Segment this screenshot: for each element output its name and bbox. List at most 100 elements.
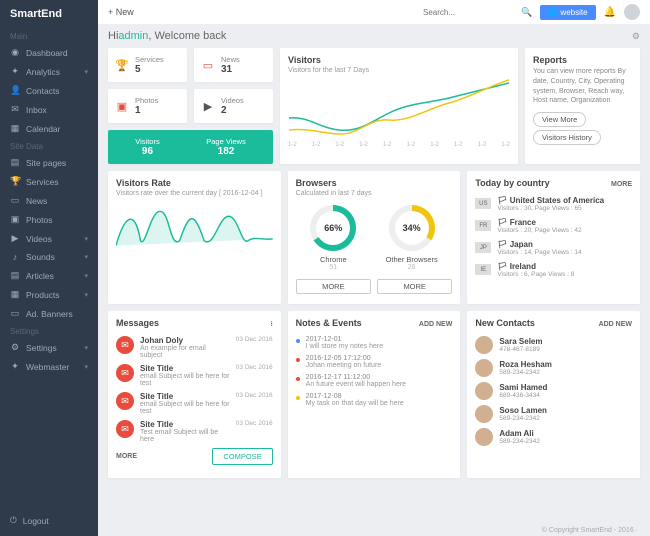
more-button[interactable]: MORE (377, 279, 452, 294)
nav-services[interactable]: 🏆Services (0, 172, 98, 191)
nav-photos[interactable]: ▣Photos (0, 210, 98, 229)
rate-chart (116, 201, 273, 251)
trophy-icon: 🏆 (115, 58, 129, 72)
nav-inbox[interactable]: ✉Inbox (0, 100, 98, 119)
nav-calendar[interactable]: ▦Calendar (0, 119, 98, 138)
message-date: 03 Dec 2016 (236, 420, 273, 427)
note-row[interactable]: 2016-12-17 11:12:00An future event will … (296, 374, 453, 388)
card-subtitle: Visitors rate over the current day [ 201… (116, 190, 273, 197)
settings-gear-icon[interactable]: ⚙ (632, 31, 640, 42)
stat-services: 🏆Services5 (108, 48, 187, 82)
add-new-link[interactable]: ADD NEW (599, 321, 632, 328)
country-name: 🏳 Japan (497, 240, 581, 249)
message-body: An example for email subject (140, 345, 230, 359)
stat-label: News (221, 55, 240, 64)
country-row[interactable]: JP🏳 JapanVisitors : 14, Page Views : 14 (475, 240, 632, 256)
browser-name: Other Browsers (386, 255, 438, 264)
contact-row[interactable]: Adam Ali589-234-2342 (475, 428, 632, 446)
stat-label: Services (135, 55, 164, 64)
browser-count: 26 (386, 264, 438, 271)
card-title: New Contacts (475, 318, 535, 328)
nav-section-settings: Settings (0, 323, 98, 338)
nav-label: Services (26, 177, 59, 187)
mail-icon: ✉ (116, 336, 134, 354)
nav-label: Articles (26, 271, 54, 281)
footer-copyright: © Copyright SmartEnd - 2016 · (542, 527, 638, 534)
nav-label: Settings (26, 343, 57, 353)
contact-row[interactable]: Soso Lamen589-234-2342 (475, 405, 632, 423)
view-more-button[interactable]: View More (533, 112, 586, 127)
nav-settings[interactable]: ⚙Settings▾ (0, 338, 98, 357)
message-row[interactable]: ✉Site TitleTest email Subject will be he… (116, 420, 273, 443)
note-text: An future event will happen here (306, 381, 406, 388)
contact-name: Soso Lamen (499, 406, 547, 415)
dot-icon (296, 358, 300, 362)
nav-adbanners[interactable]: ▭Ad. Banners (0, 304, 98, 323)
stat-videos: ▶Videos2 (194, 89, 273, 123)
note-row[interactable]: 2017-12-08My task on that day will be he… (296, 393, 453, 407)
stat-photos: ▣Photos1 (108, 89, 187, 123)
flag-icon: JP (475, 242, 491, 253)
country-row[interactable]: US🏳 United States of AmericaVisitors : 3… (475, 196, 632, 212)
videos-icon: ▶ (10, 233, 20, 244)
note-row[interactable]: 2017-12-01I will store my notes here (296, 336, 453, 350)
more-button[interactable]: MORE (296, 279, 371, 294)
contact-row[interactable]: Sara Selem478-467-8189 (475, 336, 632, 354)
new-label: New (116, 7, 134, 17)
card-subtitle: Calculated in last 7 days (296, 190, 453, 197)
nav-articles[interactable]: ▤Articles▾ (0, 266, 98, 285)
visitors-history-button[interactable]: Visitors History (533, 130, 601, 145)
search-input[interactable] (423, 8, 513, 17)
today-country-card: Today by countryMORE US🏳 United States o… (467, 171, 640, 304)
notifications-icon[interactable]: 🔔 (604, 7, 616, 18)
options-icon[interactable]: ⁝ (270, 320, 272, 328)
contact-row[interactable]: Roza Hesham589-234-2342 (475, 359, 632, 377)
message-row[interactable]: ✉Site Titleemail Subject will be here fo… (116, 392, 273, 415)
nav-videos[interactable]: ▶Videos▾ (0, 229, 98, 248)
nav-label: Products (26, 290, 60, 300)
nav-analytics[interactable]: ✦Analytics▾ (0, 62, 98, 81)
website-button[interactable]: 🌐 website (540, 5, 595, 20)
mail-icon: ✉ (116, 392, 134, 410)
nav-label: News (26, 196, 47, 206)
nav-label: Site pages (26, 158, 66, 168)
nav-products[interactable]: ▦Products▾ (0, 285, 98, 304)
compose-button[interactable]: COMPOSE (212, 448, 272, 465)
card-title: Notes & Events (296, 318, 362, 328)
nav-contacts[interactable]: 👤Contacts (0, 81, 98, 100)
stat-value: 182 (206, 146, 245, 157)
reports-card: Reports You can view more reports By dat… (525, 48, 640, 164)
more-link[interactable]: MORE (611, 181, 632, 188)
nav-dashboard[interactable]: ◉Dashboard (0, 43, 98, 62)
mail-icon: ✉ (116, 364, 134, 382)
user-avatar[interactable] (624, 4, 640, 20)
visitors-rate-card: Visitors Rate Visitors rate over the cur… (108, 171, 281, 304)
nav-label: Contacts (26, 86, 60, 96)
nav-label: Inbox (26, 105, 47, 115)
video-stat-icon: ▶ (201, 99, 215, 113)
contact-row[interactable]: Sami Hamed689-436-3434 (475, 382, 632, 400)
nav-webmaster[interactable]: ✦Webmaster▾ (0, 357, 98, 376)
nav-label: Dashboard (26, 48, 68, 58)
contact-name: Roza Hesham (499, 360, 551, 369)
nav-sitepages[interactable]: ▤Site pages (0, 153, 98, 172)
country-row[interactable]: FR🏳 FranceVisitors : 20, Page Views : 42 (475, 218, 632, 234)
message-row[interactable]: ✉Site Titleemail Subject will be here fo… (116, 364, 273, 387)
stat-value: 96 (135, 146, 159, 157)
country-row[interactable]: IE🏳 IrelandVisitors : 6, Page Views : 8 (475, 262, 632, 278)
message-row[interactable]: ✉Johan DolyAn example for email subject0… (116, 336, 273, 359)
contact-phone: 689-436-3434 (499, 392, 547, 399)
new-button[interactable]: + New (108, 7, 134, 17)
nav-logout[interactable]: ⏻Logout (0, 511, 98, 530)
search-icon[interactable]: 🔍 (521, 7, 532, 18)
nav-label: Analytics (26, 67, 60, 77)
more-link[interactable]: MORE (116, 453, 137, 460)
nav-news[interactable]: ▭News (0, 191, 98, 210)
dot-icon (296, 396, 300, 400)
chrome-donut: 66%Chrome51 (310, 205, 356, 271)
message-title: Site Title (140, 364, 230, 373)
contact-name: Adam Ali (499, 429, 539, 438)
nav-sounds[interactable]: ♪Sounds▾ (0, 248, 98, 266)
add-new-link[interactable]: ADD NEW (419, 321, 452, 328)
note-row[interactable]: 2016-12-05 17:12:00Johan meeting on futu… (296, 355, 453, 369)
